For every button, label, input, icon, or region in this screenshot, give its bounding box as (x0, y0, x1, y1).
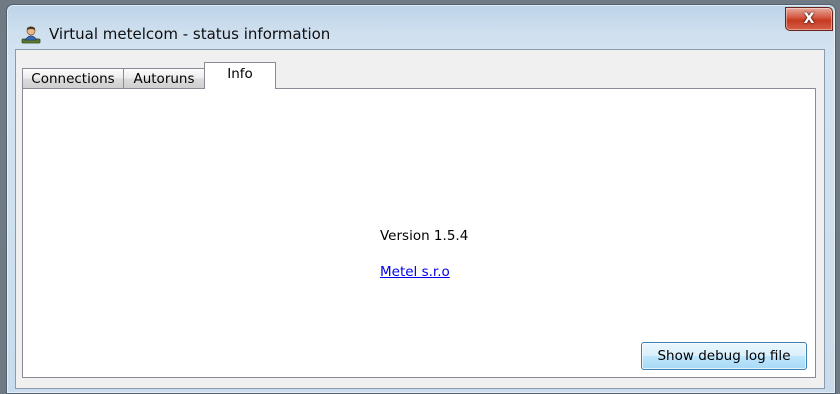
tab-autoruns[interactable]: Autoruns (123, 68, 205, 88)
network-user-icon (21, 25, 41, 45)
title-bar[interactable]: Virtual metelcom - status information X (7, 5, 835, 49)
show-debug-log-button[interactable]: Show debug log file (641, 342, 807, 370)
close-button[interactable]: X (785, 7, 833, 31)
tab-info[interactable]: Info (204, 62, 276, 89)
tab-connections[interactable]: Connections (22, 68, 124, 88)
window-title: Virtual metelcom - status information (49, 25, 331, 43)
version-label: Version 1.5.4 (380, 228, 469, 244)
info-panel: Version 1.5.4 Metel s.r.o Show debug log… (22, 88, 816, 378)
client-area: Connections Autoruns Info Version 1.5.4 … (15, 49, 825, 389)
company-link[interactable]: Metel s.r.o (380, 264, 450, 280)
main-window: Virtual metelcom - status information X … (6, 4, 836, 394)
